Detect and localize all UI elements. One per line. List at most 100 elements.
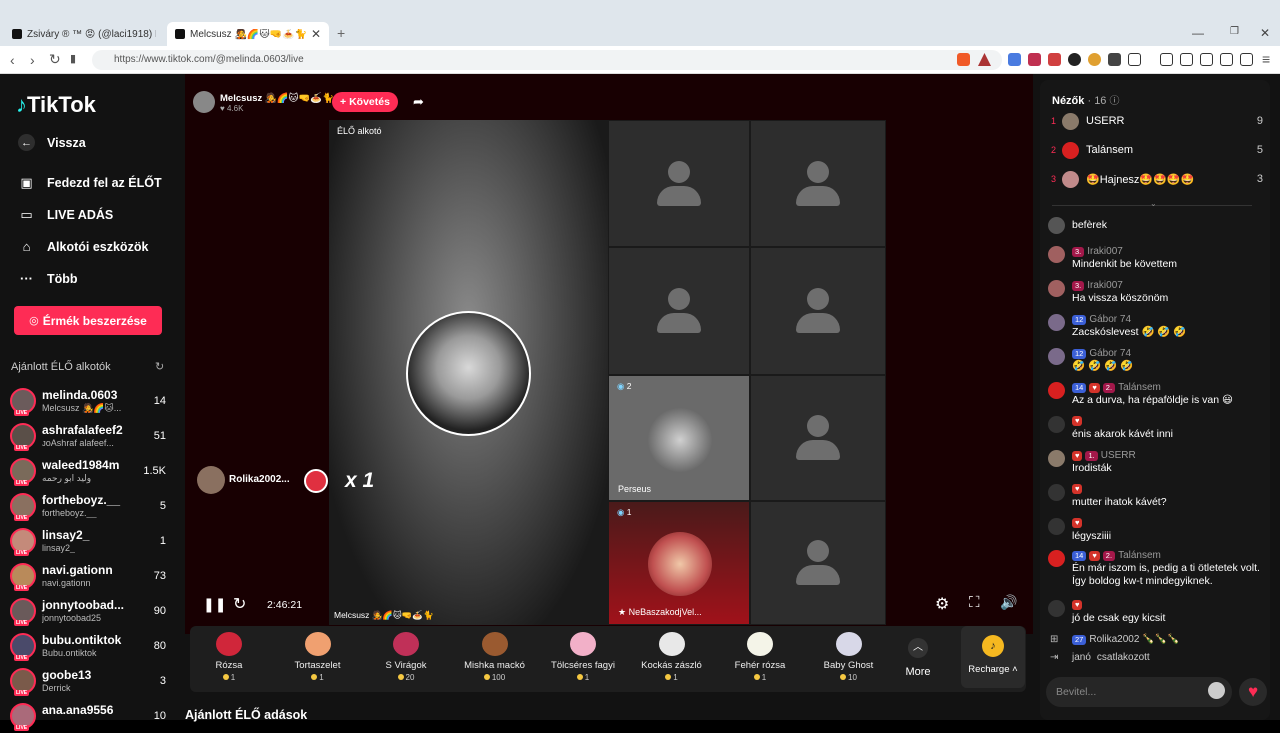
- guest-slot-nebaszakodj[interactable]: ◉ 1 ★ NeBaszakodjVel...: [608, 501, 750, 625]
- creator-list-item[interactable]: LIVE bubu.ontiktok Bubu.ontiktok 80: [10, 631, 170, 663]
- chat-username[interactable]: Iraki007: [1087, 280, 1123, 291]
- brave-shield-icon[interactable]: [957, 53, 970, 66]
- chat-avatar[interactable]: [1048, 382, 1065, 399]
- bookmark-icon[interactable]: ▮: [70, 52, 76, 65]
- get-coins-button[interactable]: ◎ Érmék beszerzése: [14, 306, 162, 335]
- extension-7-icon[interactable]: [1128, 53, 1141, 66]
- gift-item[interactable]: Fehér rózsa 1: [720, 632, 800, 682]
- menu-icon[interactable]: ≡: [1262, 51, 1270, 67]
- fullscreen-icon[interactable]: ⛶: [969, 594, 980, 611]
- join-username[interactable]: Rolika2002 🍾🍾🍾: [1089, 634, 1179, 645]
- wallet-icon[interactable]: [1200, 53, 1213, 66]
- gift-more-button[interactable]: ︿ More: [904, 638, 932, 678]
- nav-explore-live[interactable]: ▣ Fedezd fel az ÉLŐT: [18, 174, 161, 191]
- creator-list-item[interactable]: LIVE fortheboyz.__ fortheboyz.__ 5: [10, 491, 170, 523]
- creator-list-item[interactable]: LIVE melinda.0603 Melcsusz 🧑‍🎤🌈🐱... 14: [10, 386, 170, 418]
- gift-item[interactable]: Tölcséres fagyi 1: [543, 632, 623, 682]
- chat-username[interactable]: Iraki007: [1087, 246, 1123, 257]
- gift-item[interactable]: Baby Ghost 10: [809, 632, 889, 682]
- expand-chevron-icon[interactable]: ⌄: [1150, 199, 1157, 208]
- gift-item[interactable]: S Virágok 20: [366, 632, 446, 682]
- leo-ai-icon[interactable]: [1220, 53, 1233, 66]
- close-tab-icon[interactable]: ✕: [311, 27, 321, 41]
- creator-list-item[interactable]: LIVE ana.ana9556 10: [10, 701, 170, 733]
- minimize-window-icon[interactable]: —: [1192, 26, 1204, 40]
- chat-avatar[interactable]: [1048, 416, 1065, 433]
- chat-avatar[interactable]: [1048, 348, 1065, 365]
- chat-avatar[interactable]: [1048, 600, 1065, 617]
- refresh-stream-icon[interactable]: ↻: [233, 594, 246, 614]
- back-icon[interactable]: ‹: [10, 52, 15, 68]
- emoji-icon[interactable]: [1208, 682, 1225, 699]
- guest-slot-perseus[interactable]: ◉ 2 Perseus: [608, 375, 750, 501]
- creator-list-item[interactable]: LIVE goobe13 Derrick 3: [10, 666, 170, 698]
- url-field[interactable]: https://www.tiktok.com/@melinda.0603/liv…: [92, 50, 1002, 70]
- chat-username[interactable]: Gábor 74: [1089, 348, 1131, 359]
- chat-username[interactable]: USERR: [1101, 450, 1136, 461]
- gift-item[interactable]: Mishka mackó 100: [455, 632, 535, 682]
- volume-icon[interactable]: 🔊: [1000, 594, 1017, 611]
- guest-slot-empty-5[interactable]: [750, 375, 886, 501]
- chat-avatar[interactable]: [1048, 314, 1065, 331]
- share-icon[interactable]: ➦: [413, 94, 424, 110]
- settings-gear-icon[interactable]: ⚙: [935, 594, 949, 614]
- forward-icon[interactable]: ›: [30, 52, 35, 68]
- sidebar-icon[interactable]: [1180, 53, 1193, 66]
- guest-slot-empty-3[interactable]: [608, 247, 750, 375]
- creator-list-item[interactable]: LIVE ashrafalafeef2 ᴊᴏAshraf alafeef... 51: [10, 421, 170, 453]
- gift-item[interactable]: Tortaszelet 1: [278, 632, 358, 682]
- guest-slot-empty-6[interactable]: [750, 501, 886, 625]
- pause-icon[interactable]: ❚❚: [203, 596, 226, 613]
- nav-creator-tools[interactable]: ⌂ Alkotói eszközök: [18, 238, 149, 255]
- refresh-icon[interactable]: ↻: [155, 360, 164, 373]
- chat-avatar[interactable]: [1048, 280, 1065, 297]
- creator-list-item[interactable]: LIVE navi.gationn navi.gationn 73: [10, 561, 170, 593]
- chat-avatar[interactable]: [1048, 484, 1065, 501]
- tiktok-logo[interactable]: ♪TikTok: [16, 92, 96, 118]
- recharge-button[interactable]: ♪ Recharge ˄: [961, 626, 1025, 688]
- creator-list-item[interactable]: LIVE linsay2_ linsay2_ 1: [10, 526, 170, 558]
- reload-icon[interactable]: ↻: [49, 51, 61, 68]
- info-icon[interactable]: ⓘ: [1110, 96, 1120, 107]
- extension-3-icon[interactable]: [1048, 53, 1061, 66]
- follow-button[interactable]: + Követés: [332, 92, 398, 112]
- chat-avatar[interactable]: [1048, 450, 1065, 467]
- nav-back[interactable]: ← Vissza: [18, 134, 86, 151]
- close-window-icon[interactable]: ✕: [1260, 26, 1270, 40]
- chat-avatar[interactable]: [1048, 550, 1065, 567]
- viewer-row[interactable]: 2 Talánsem 5: [1051, 142, 1263, 162]
- like-heart-button[interactable]: ♥: [1239, 678, 1267, 706]
- creator-list-item[interactable]: LIVE waleed1984m وليد ابو رحمه 1.5K: [10, 456, 170, 488]
- restore-window-icon[interactable]: ❐: [1230, 26, 1239, 37]
- chat-username[interactable]: Talánsem: [1118, 550, 1161, 561]
- music-icon[interactable]: [1160, 53, 1173, 66]
- host-name[interactable]: Melcsusz 🧑‍🎤🌈🐱🤜🍝🐈: [220, 93, 334, 104]
- viewer-row[interactable]: 3 🤩Hajnesz🤩🤩🤩🤩 3: [1051, 171, 1263, 191]
- chat-username[interactable]: Gábor 74: [1089, 314, 1131, 325]
- browser-tab-2-active[interactable]: Melcsusz 🧑‍🎤🌈🐱🤜🍝🐈 (@ ✕: [167, 22, 329, 46]
- extension-4-icon[interactable]: [1068, 53, 1081, 66]
- chat-username[interactable]: Talánsem: [1118, 382, 1161, 393]
- extension-2-icon[interactable]: [1028, 53, 1041, 66]
- nav-go-live[interactable]: ▭ LIVE ADÁS: [18, 206, 113, 223]
- vpn-icon[interactable]: [1240, 53, 1253, 66]
- gift-item[interactable]: Rózsa 1: [189, 632, 269, 682]
- chat-avatar[interactable]: [1048, 246, 1065, 263]
- guest-slot-empty-4[interactable]: [750, 247, 886, 375]
- chat-input-box[interactable]: Bevitel...: [1046, 677, 1232, 707]
- browser-tab-1[interactable]: Zsiváry ® ™ 😡 (@laci1918) ÉLŐ a: [4, 22, 164, 46]
- extension-6-icon[interactable]: [1108, 53, 1121, 66]
- creator-list-item[interactable]: LIVE jonnytoobad... jonnytoobad25 90: [10, 596, 170, 628]
- viewer-row[interactable]: 1 USERR 9: [1051, 113, 1263, 133]
- chat-avatar[interactable]: [1048, 217, 1065, 234]
- join-username[interactable]: janó: [1072, 652, 1091, 663]
- nav-more[interactable]: ··· Több: [18, 270, 78, 287]
- new-tab-button[interactable]: +: [337, 25, 345, 41]
- guest-slot-empty-1[interactable]: [608, 120, 750, 247]
- chat-avatar[interactable]: [1048, 518, 1065, 535]
- gift-item[interactable]: Kockás zászló 1: [632, 632, 712, 682]
- host-avatar[interactable]: [193, 91, 215, 113]
- extension-1-icon[interactable]: [1008, 53, 1021, 66]
- extension-5-icon[interactable]: [1088, 53, 1101, 66]
- guest-slot-empty-2[interactable]: [750, 120, 886, 247]
